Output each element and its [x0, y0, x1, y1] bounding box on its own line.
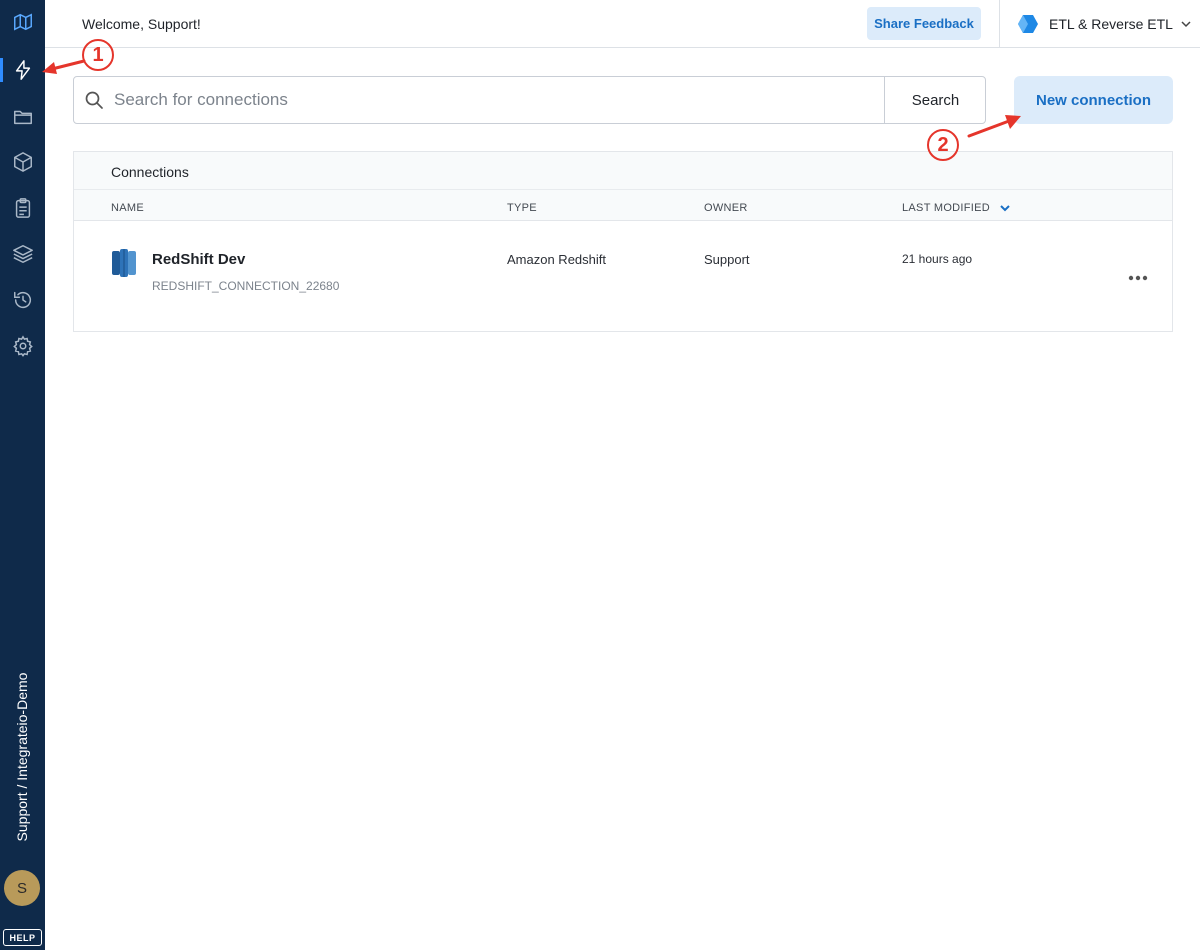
organization-label[interactable]: Support / Integrateio-Demo: [14, 673, 30, 842]
header-divider-line: [74, 189, 1172, 190]
chevron-down-icon: [1181, 21, 1191, 28]
product-logo-icon: [1018, 15, 1038, 33]
product-label: ETL & Reverse ETL: [1049, 16, 1173, 32]
column-header-name[interactable]: NAME: [111, 202, 144, 214]
column-header-type[interactable]: TYPE: [507, 202, 537, 214]
connection-type: Amazon Redshift: [507, 252, 606, 267]
annotation-arrow-2: [967, 115, 1021, 138]
sort-down-icon[interactable]: [999, 203, 1011, 213]
help-button[interactable]: HELP: [3, 929, 42, 946]
more-options-button[interactable]: [1126, 268, 1150, 288]
logo-icon[interactable]: [0, 2, 45, 42]
sidebar: Support / Integrateio-Demo S HELP: [0, 0, 45, 950]
new-connection-button[interactable]: New connection: [1014, 76, 1173, 124]
search-bar: Search: [73, 76, 986, 124]
avatar[interactable]: S: [4, 870, 40, 906]
search-icon: [85, 91, 103, 109]
layers-icon[interactable]: [0, 234, 45, 274]
share-feedback-button[interactable]: Share Feedback: [867, 7, 981, 40]
search-input[interactable]: [114, 85, 874, 115]
column-header-last-modified-label: LAST MODIFIED: [902, 202, 991, 214]
redshift-icon: [112, 249, 136, 277]
product-switcher[interactable]: ETL & Reverse ETL: [1017, 13, 1191, 35]
connection-owner: Support: [704, 252, 750, 267]
table-header: Connections NAME TYPE OWNER LAST MODIFIE…: [74, 152, 1172, 221]
header-divider: [999, 0, 1000, 48]
column-header-last-modified[interactable]: LAST MODIFIED: [902, 202, 1011, 214]
top-header: Welcome, Support! Share Feedback ETL & R…: [45, 0, 1200, 48]
history-icon[interactable]: [0, 280, 45, 320]
connection-last-modified: 21 hours ago: [902, 252, 973, 266]
column-header-owner[interactable]: OWNER: [704, 202, 748, 214]
connections-table: Connections NAME TYPE OWNER LAST MODIFIE…: [73, 151, 1173, 332]
table-title: Connections: [111, 164, 189, 180]
gear-icon[interactable]: [0, 326, 45, 366]
folder-icon[interactable]: [0, 97, 45, 137]
connection-name[interactable]: RedShift Dev: [152, 251, 245, 268]
connection-id: REDSHIFT_CONNECTION_22680: [152, 279, 340, 293]
more-horizontal-icon: [1128, 275, 1148, 281]
annotation-arrow-1: [42, 59, 86, 74]
annotation-step-1: 1: [82, 39, 114, 71]
package-icon[interactable]: [0, 142, 45, 182]
welcome-text: Welcome, Support!: [82, 16, 201, 32]
clipboard-icon[interactable]: [0, 188, 45, 228]
annotation-step-2: 2: [927, 129, 959, 161]
table-row[interactable]: RedShift Dev REDSHIFT_CONNECTION_22680 A…: [74, 222, 1172, 332]
